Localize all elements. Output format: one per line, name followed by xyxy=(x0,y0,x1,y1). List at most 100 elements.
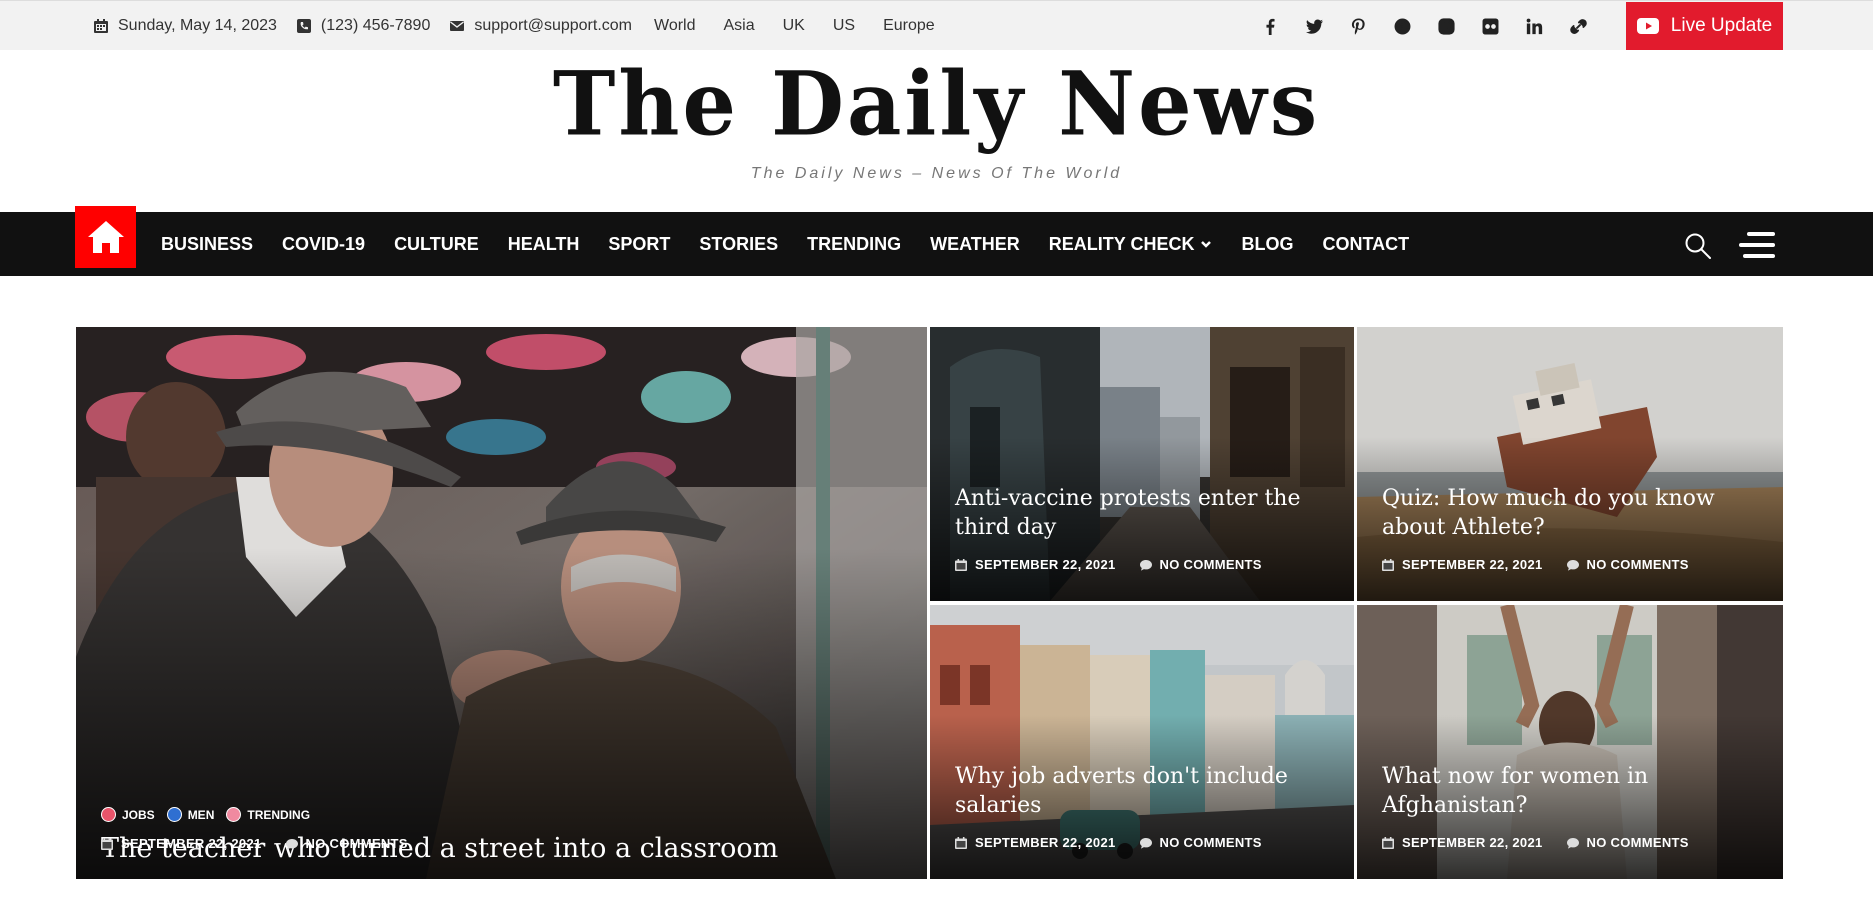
comment-icon xyxy=(285,838,298,850)
article-date: SEPTEMBER 22, 2021 xyxy=(1402,835,1543,850)
article-title[interactable]: Why job adverts don't include salaries xyxy=(955,762,1334,821)
nav-item-sport[interactable]: SPORT xyxy=(608,234,670,255)
comment-icon xyxy=(1139,559,1152,571)
article-title[interactable]: Quiz: How much do you know about Athlete… xyxy=(1382,484,1763,543)
region-link-asia[interactable]: Asia xyxy=(724,17,755,35)
nav-item-trending[interactable]: TRENDING xyxy=(807,234,901,255)
article-comments-label: NO COMMENTS xyxy=(1159,835,1262,850)
article-comments[interactable]: NO COMMENTS xyxy=(1566,835,1689,850)
tag-men-dot xyxy=(166,807,182,822)
nav-item-weather[interactable]: WEATHER xyxy=(930,234,1020,255)
tag-trending-dot xyxy=(226,807,242,822)
region-link-europe[interactable]: Europe xyxy=(883,17,935,35)
nav-item-health[interactable]: HEALTH xyxy=(508,234,580,255)
article-comments[interactable]: NO COMMENTS xyxy=(1139,835,1262,850)
featured-article-date: SEPTEMBER 22, 2021 xyxy=(121,836,262,851)
article-meta: SEPTEMBER 22, 2021 NO COMMENTS xyxy=(1382,557,1689,572)
chevron-down-icon xyxy=(1201,241,1212,248)
calendar-icon xyxy=(94,19,108,33)
article-comments-label: NO COMMENTS xyxy=(1586,835,1689,850)
instagram-icon[interactable] xyxy=(1435,15,1457,37)
nav-item-stories[interactable]: STORIES xyxy=(699,234,778,255)
live-update-label: Live Update xyxy=(1670,15,1773,36)
tag-trending[interactable]: TRENDING xyxy=(226,807,310,822)
comment-icon xyxy=(1566,837,1579,849)
calendar-icon xyxy=(955,558,967,571)
featured-article-tags: JOBS MEN TRENDING xyxy=(101,807,322,822)
search-button[interactable] xyxy=(1684,232,1712,260)
hamburger-menu-button[interactable] xyxy=(1739,232,1775,260)
featured-article-overlay xyxy=(76,547,927,879)
comment-icon xyxy=(1566,559,1579,571)
nav-item-reality-check[interactable]: REALITY CHECK xyxy=(1049,234,1213,255)
region-link-us[interactable]: US xyxy=(833,17,855,35)
article-card[interactable]: Quiz: How much do you know about Athlete… xyxy=(1357,327,1783,601)
nav-menu: BUSINESS COVID-19 CULTURE HEALTH SPORT S… xyxy=(161,212,1438,276)
calendar-icon xyxy=(101,837,113,850)
article-title[interactable]: Anti-vaccine protests enter the third da… xyxy=(955,484,1334,543)
calendar-icon xyxy=(1382,836,1394,849)
site-tagline: The Daily News – News Of The World xyxy=(750,165,1123,182)
featured-article-meta: SEPTEMBER 22, 2021 NO COMMENTS xyxy=(101,836,408,851)
main-navigation: BUSINESS COVID-19 CULTURE HEALTH SPORT S… xyxy=(0,206,1873,276)
article-card[interactable]: Why job adverts don't include salaries S… xyxy=(930,605,1354,879)
article-comments[interactable]: NO COMMENTS xyxy=(1566,557,1689,572)
site-logo[interactable]: The Daily News xyxy=(0,59,1873,148)
featured-article-card[interactable]: JOBS MEN TRENDING The teacher who turned… xyxy=(76,327,927,879)
twitter-icon[interactable] xyxy=(1303,15,1325,37)
nav-item-covid-19[interactable]: COVID-19 xyxy=(282,234,365,255)
comment-icon xyxy=(1139,837,1152,849)
featured-article-comments[interactable]: NO COMMENTS xyxy=(285,836,408,851)
tag-men[interactable]: MEN xyxy=(166,807,215,822)
tag-trending-label: TRENDING xyxy=(247,807,311,822)
home-button[interactable] xyxy=(75,206,136,268)
flickr-icon[interactable] xyxy=(1479,15,1501,37)
article-date: SEPTEMBER 22, 2021 xyxy=(1402,557,1543,572)
article-date: SEPTEMBER 22, 2021 xyxy=(975,557,1116,572)
article-card[interactable]: Anti-vaccine protests enter the third da… xyxy=(930,327,1354,601)
home-icon xyxy=(87,221,124,253)
article-date: SEPTEMBER 22, 2021 xyxy=(975,835,1116,850)
social-links xyxy=(1259,1,1589,51)
nav-item-culture[interactable]: CULTURE xyxy=(394,234,479,255)
tag-jobs-dot xyxy=(101,807,116,822)
dribbble-icon[interactable] xyxy=(1391,15,1413,37)
link-icon[interactable] xyxy=(1567,15,1589,37)
pinterest-icon[interactable] xyxy=(1347,15,1369,37)
facebook-icon[interactable] xyxy=(1259,15,1281,37)
calendar-icon xyxy=(1382,558,1394,571)
nav-item-business[interactable]: BUSINESS xyxy=(161,234,253,255)
article-card[interactable]: What now for women in Afghanistan? SEPTE… xyxy=(1357,605,1783,879)
nav-item-reality-check-label: REALITY CHECK xyxy=(1048,233,1195,254)
nav-item-blog[interactable]: BLOG xyxy=(1241,234,1293,255)
featured-article-comments-label: NO COMMENTS xyxy=(305,836,408,851)
article-meta: SEPTEMBER 22, 2021 NO COMMENTS xyxy=(1382,835,1689,850)
article-comments-label: NO COMMENTS xyxy=(1159,557,1262,572)
calendar-icon xyxy=(955,836,967,849)
tag-men-label: MEN xyxy=(187,807,215,822)
article-meta: SEPTEMBER 22, 2021 NO COMMENTS xyxy=(955,835,1262,850)
tag-jobs[interactable]: JOBS xyxy=(101,807,155,822)
linkedin-icon[interactable] xyxy=(1523,15,1545,37)
date-text: Sunday, May 14, 2023 xyxy=(118,17,277,34)
article-comments-label: NO COMMENTS xyxy=(1586,557,1689,572)
live-update-button[interactable]: Live Update xyxy=(1626,2,1783,50)
nav-item-contact[interactable]: CONTACT xyxy=(1322,234,1409,255)
phone-text: (123) 456-7890 xyxy=(320,17,431,34)
email-link[interactable]: support@support.com xyxy=(450,17,632,35)
phone-link[interactable]: (123) 456-7890 xyxy=(296,17,431,35)
article-meta: SEPTEMBER 22, 2021 NO COMMENTS xyxy=(955,557,1262,572)
top-bar: Sunday, May 14, 2023 (123) 456-7890 supp… xyxy=(0,0,1873,50)
article-title[interactable]: What now for women in Afghanistan? xyxy=(1382,762,1763,821)
top-bar-info: Sunday, May 14, 2023 (123) 456-7890 supp… xyxy=(94,1,963,51)
hamburger-line xyxy=(1743,254,1775,258)
hamburger-line xyxy=(1747,232,1775,236)
envelope-icon xyxy=(450,21,465,31)
article-comments[interactable]: NO COMMENTS xyxy=(1139,557,1262,572)
email-text: support@support.com xyxy=(474,17,632,34)
current-date: Sunday, May 14, 2023 xyxy=(94,17,277,35)
region-link-world[interactable]: World xyxy=(654,17,696,35)
hamburger-line xyxy=(1739,243,1775,247)
region-link-uk[interactable]: UK xyxy=(783,17,805,35)
search-icon xyxy=(1685,233,1711,259)
